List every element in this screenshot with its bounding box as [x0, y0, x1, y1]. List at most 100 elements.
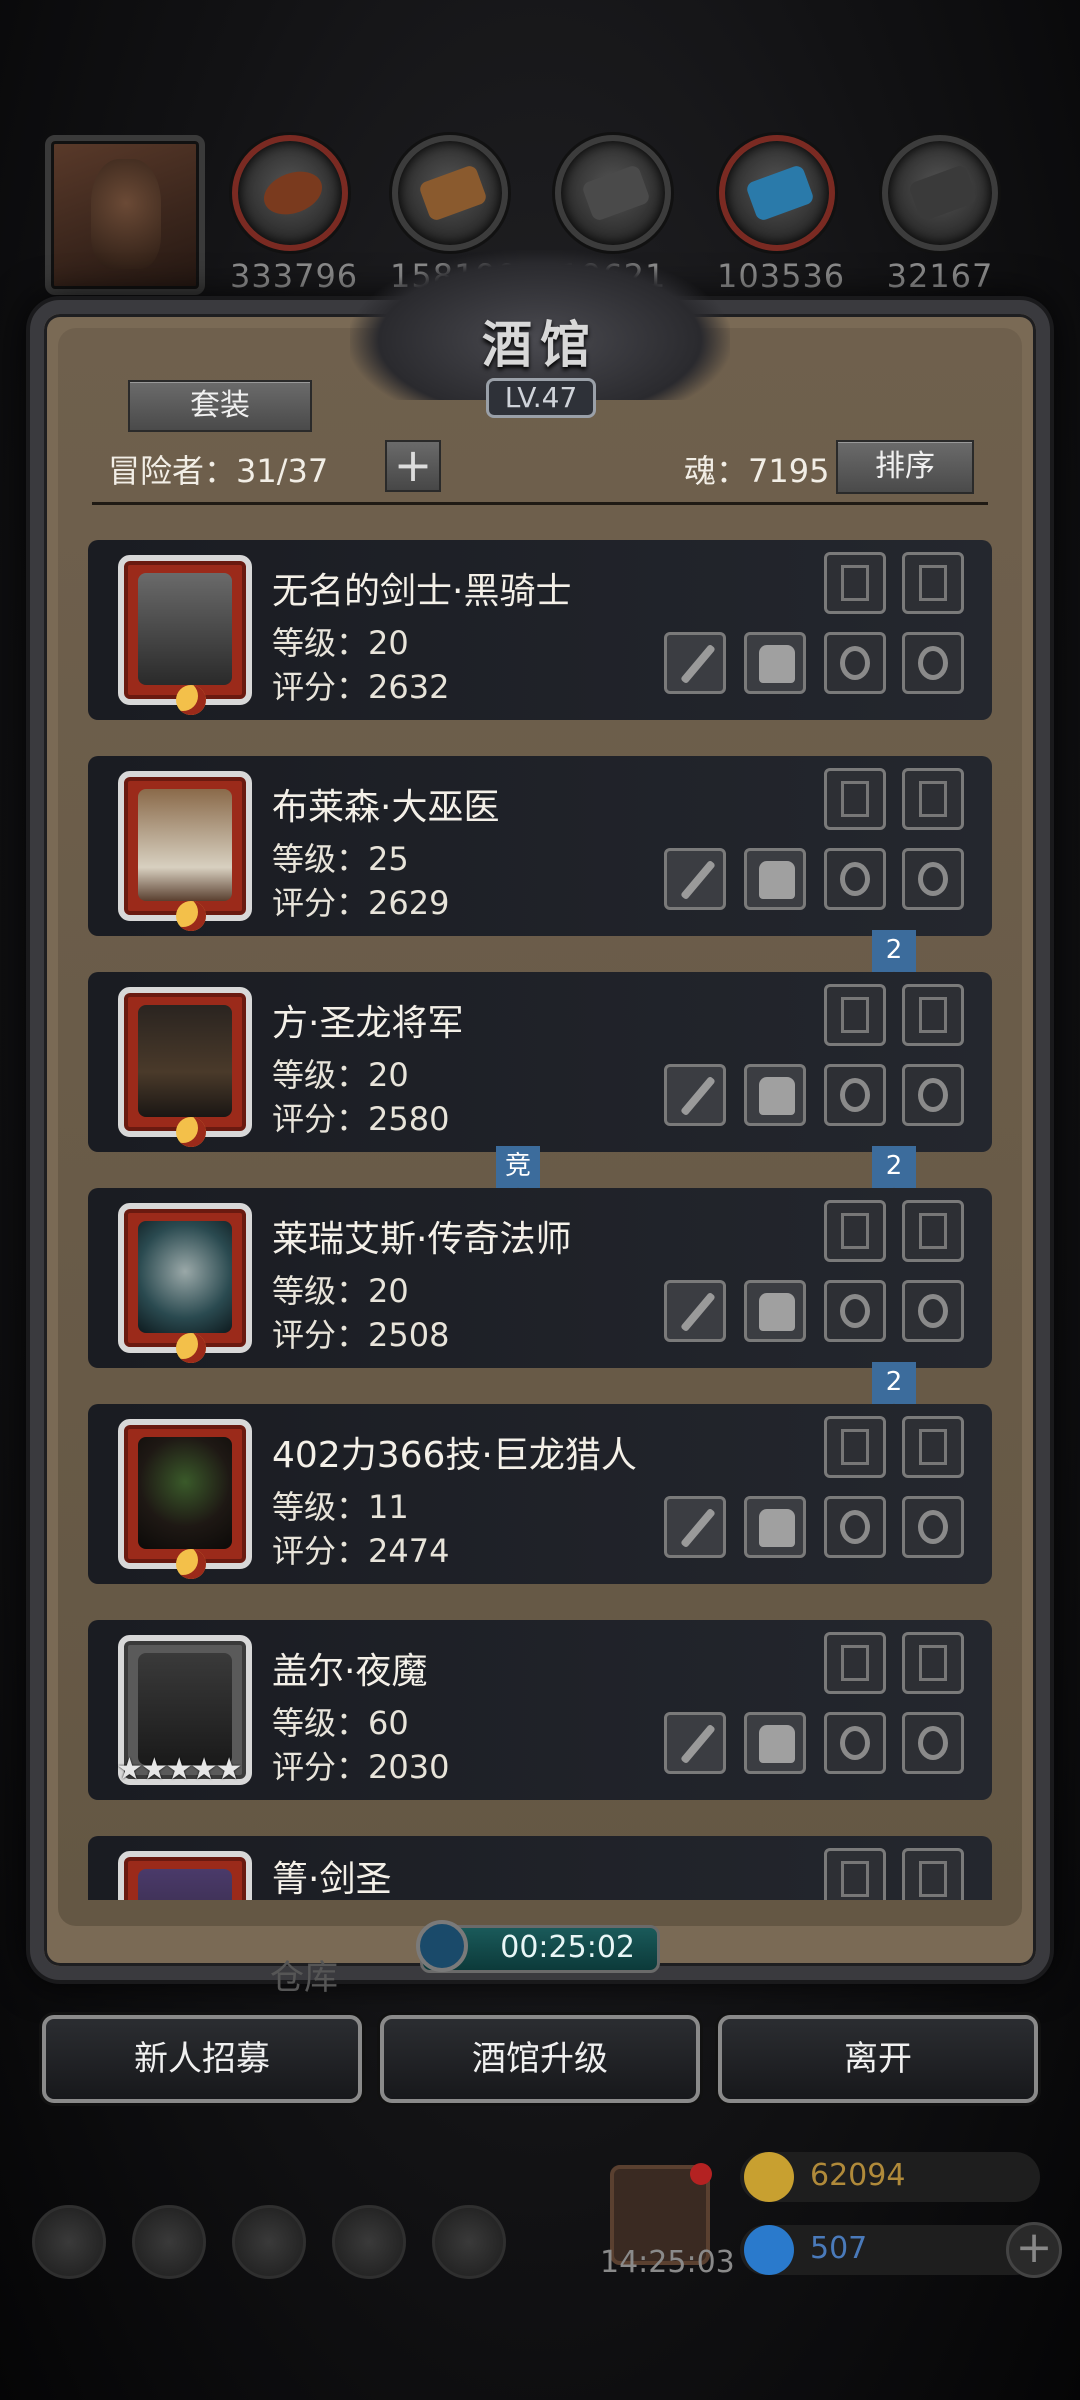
armor-slot[interactable]: [744, 632, 806, 694]
sword-icon: [680, 1075, 716, 1117]
resource-value: 32167: [886, 257, 994, 295]
resource-meat[interactable]: 333796: [230, 135, 359, 295]
hero-list[interactable]: 无名的剑士·黑骑士 等级：20 评分：2632 布莱森·大巫医 等级：25 评分…: [88, 540, 992, 1900]
hero-level: 等级：60: [272, 1704, 409, 1742]
armor-slot[interactable]: [744, 1280, 806, 1342]
notification-dot: [690, 2163, 712, 2185]
gold-counter: 62094: [740, 2152, 1040, 2202]
hero-portrait[interactable]: [118, 771, 252, 931]
ring-slot[interactable]: [824, 1064, 886, 1126]
leave-button[interactable]: 离开: [718, 2015, 1038, 2103]
ring-slot[interactable]: [902, 1496, 964, 1558]
hero-score: 评分：2474: [272, 1532, 450, 1570]
recruit-button[interactable]: 新人招募: [42, 2015, 362, 2103]
rune-slot[interactable]: [824, 1848, 886, 1900]
hero-portrait[interactable]: [118, 987, 252, 1147]
hourglass-icon: [841, 1213, 869, 1249]
armor-icon: [759, 1725, 795, 1763]
hero-card[interactable]: 布莱森·大巫医 等级：25 评分：2629: [88, 756, 992, 936]
ring-icon: [840, 1078, 870, 1112]
rune-slot[interactable]: [824, 552, 886, 614]
hero-portrait[interactable]: ★★★★★: [116, 1635, 252, 1787]
rune-slot[interactable]: [902, 552, 964, 614]
guild-icon[interactable]: [232, 2205, 306, 2279]
ring-slot[interactable]: [824, 632, 886, 694]
player-avatar[interactable]: [45, 135, 205, 295]
rune-slot[interactable]: [824, 1416, 886, 1478]
rune-slot[interactable]: [824, 1200, 886, 1262]
hero-portrait[interactable]: [118, 1203, 252, 1363]
resource-crystal[interactable]: 103536: [717, 135, 844, 295]
hero-card[interactable]: ★★★★★ 盖尔·夜魔 等级：60 评分：2030: [88, 1620, 992, 1800]
weapon-slot[interactable]: [664, 848, 726, 910]
ring-slot[interactable]: [824, 1712, 886, 1774]
hero-portrait[interactable]: [118, 555, 252, 715]
hero-card[interactable]: 402力366技·巨龙猎人 等级：11 评分：2474: [88, 1404, 992, 1584]
rune-slot[interactable]: [902, 984, 964, 1046]
hero-name: 盖尔·夜魔: [272, 1651, 428, 1692]
armor-slot[interactable]: [744, 1712, 806, 1774]
rune-slot[interactable]: [902, 1848, 964, 1900]
resource-metal[interactable]: 32167: [880, 135, 1000, 295]
star-icon[interactable]: [132, 2205, 206, 2279]
hourglass-icon: [841, 781, 869, 817]
bow-icon: [680, 1507, 716, 1549]
resource-value: 333796: [230, 257, 359, 295]
hero-card[interactable]: 无名的剑士·黑骑士 等级：20 评分：2632: [88, 540, 992, 720]
hero-name: 箐·剑圣: [272, 1859, 392, 1900]
hourglass-icon: [841, 565, 869, 601]
ring-slot[interactable]: [824, 848, 886, 910]
weapon-slot[interactable]: [664, 1496, 726, 1558]
rune-slot[interactable]: [902, 1416, 964, 1478]
upgrade-button[interactable]: 酒馆升级: [380, 2015, 700, 2103]
armor-slot[interactable]: [744, 1496, 806, 1558]
rune-slot[interactable]: [902, 768, 964, 830]
hero-card[interactable]: 方·圣龙将军 等级：20 评分：2580: [88, 972, 992, 1152]
event-clock: 14:25:03: [600, 2245, 735, 2280]
sort-button[interactable]: 排序: [836, 440, 974, 494]
hourglass-icon: [841, 997, 869, 1033]
armor-slot[interactable]: [744, 848, 806, 910]
sword-icon: [680, 643, 716, 685]
rune-slot[interactable]: [824, 984, 886, 1046]
hero-name: 方·圣龙将军: [272, 1003, 464, 1044]
gem-value: 507: [810, 2231, 868, 2266]
ring-slot[interactable]: [902, 1064, 964, 1126]
armor-slot[interactable]: [744, 1064, 806, 1126]
weapon-slot[interactable]: [664, 1064, 726, 1126]
soul-count: 魂：7195: [684, 452, 830, 490]
hourglass-icon: [841, 1645, 869, 1681]
set-button[interactable]: 套装: [128, 380, 312, 432]
mail-icon[interactable]: [332, 2205, 406, 2279]
ring-slot[interactable]: [902, 1712, 964, 1774]
rune-slot[interactable]: [824, 768, 886, 830]
moon-icon: [176, 1549, 206, 1579]
weapon-slot[interactable]: [664, 1712, 726, 1774]
gem-icon: [744, 2225, 794, 2275]
ring-slot[interactable]: [902, 632, 964, 694]
ring-slot[interactable]: [824, 1280, 886, 1342]
add-currency-button[interactable]: +: [1006, 2222, 1062, 2278]
hero-name: 无名的剑士·黑骑士: [272, 571, 572, 612]
ring-slot[interactable]: [824, 1496, 886, 1558]
rune-slot[interactable]: [902, 1632, 964, 1694]
weapon-slot[interactable]: [664, 1280, 726, 1342]
shop-icon[interactable]: [432, 2205, 506, 2279]
clock-icon: [416, 1920, 468, 1972]
gold-value: 62094: [810, 2158, 906, 2193]
star-rating: ★★★★★: [116, 1752, 242, 1787]
hero-portrait[interactable]: [118, 1419, 252, 1579]
rune-slot[interactable]: [902, 1200, 964, 1262]
hero-portrait[interactable]: [118, 1851, 252, 1900]
hero-card[interactable]: 莱瑞艾斯·传奇法师 等级：20 评分：2508: [88, 1188, 992, 1368]
gold-icon: [744, 2152, 794, 2202]
hero-score: 评分：2632: [272, 668, 450, 706]
ring-slot[interactable]: [902, 1280, 964, 1342]
add-slot-button[interactable]: +: [385, 440, 441, 492]
settings-icon[interactable]: [32, 2205, 106, 2279]
hero-card[interactable]: 箐·剑圣: [88, 1836, 992, 1900]
ring-icon: [840, 1726, 870, 1760]
ring-slot[interactable]: [902, 848, 964, 910]
weapon-slot[interactable]: [664, 632, 726, 694]
rune-slot[interactable]: [824, 1632, 886, 1694]
